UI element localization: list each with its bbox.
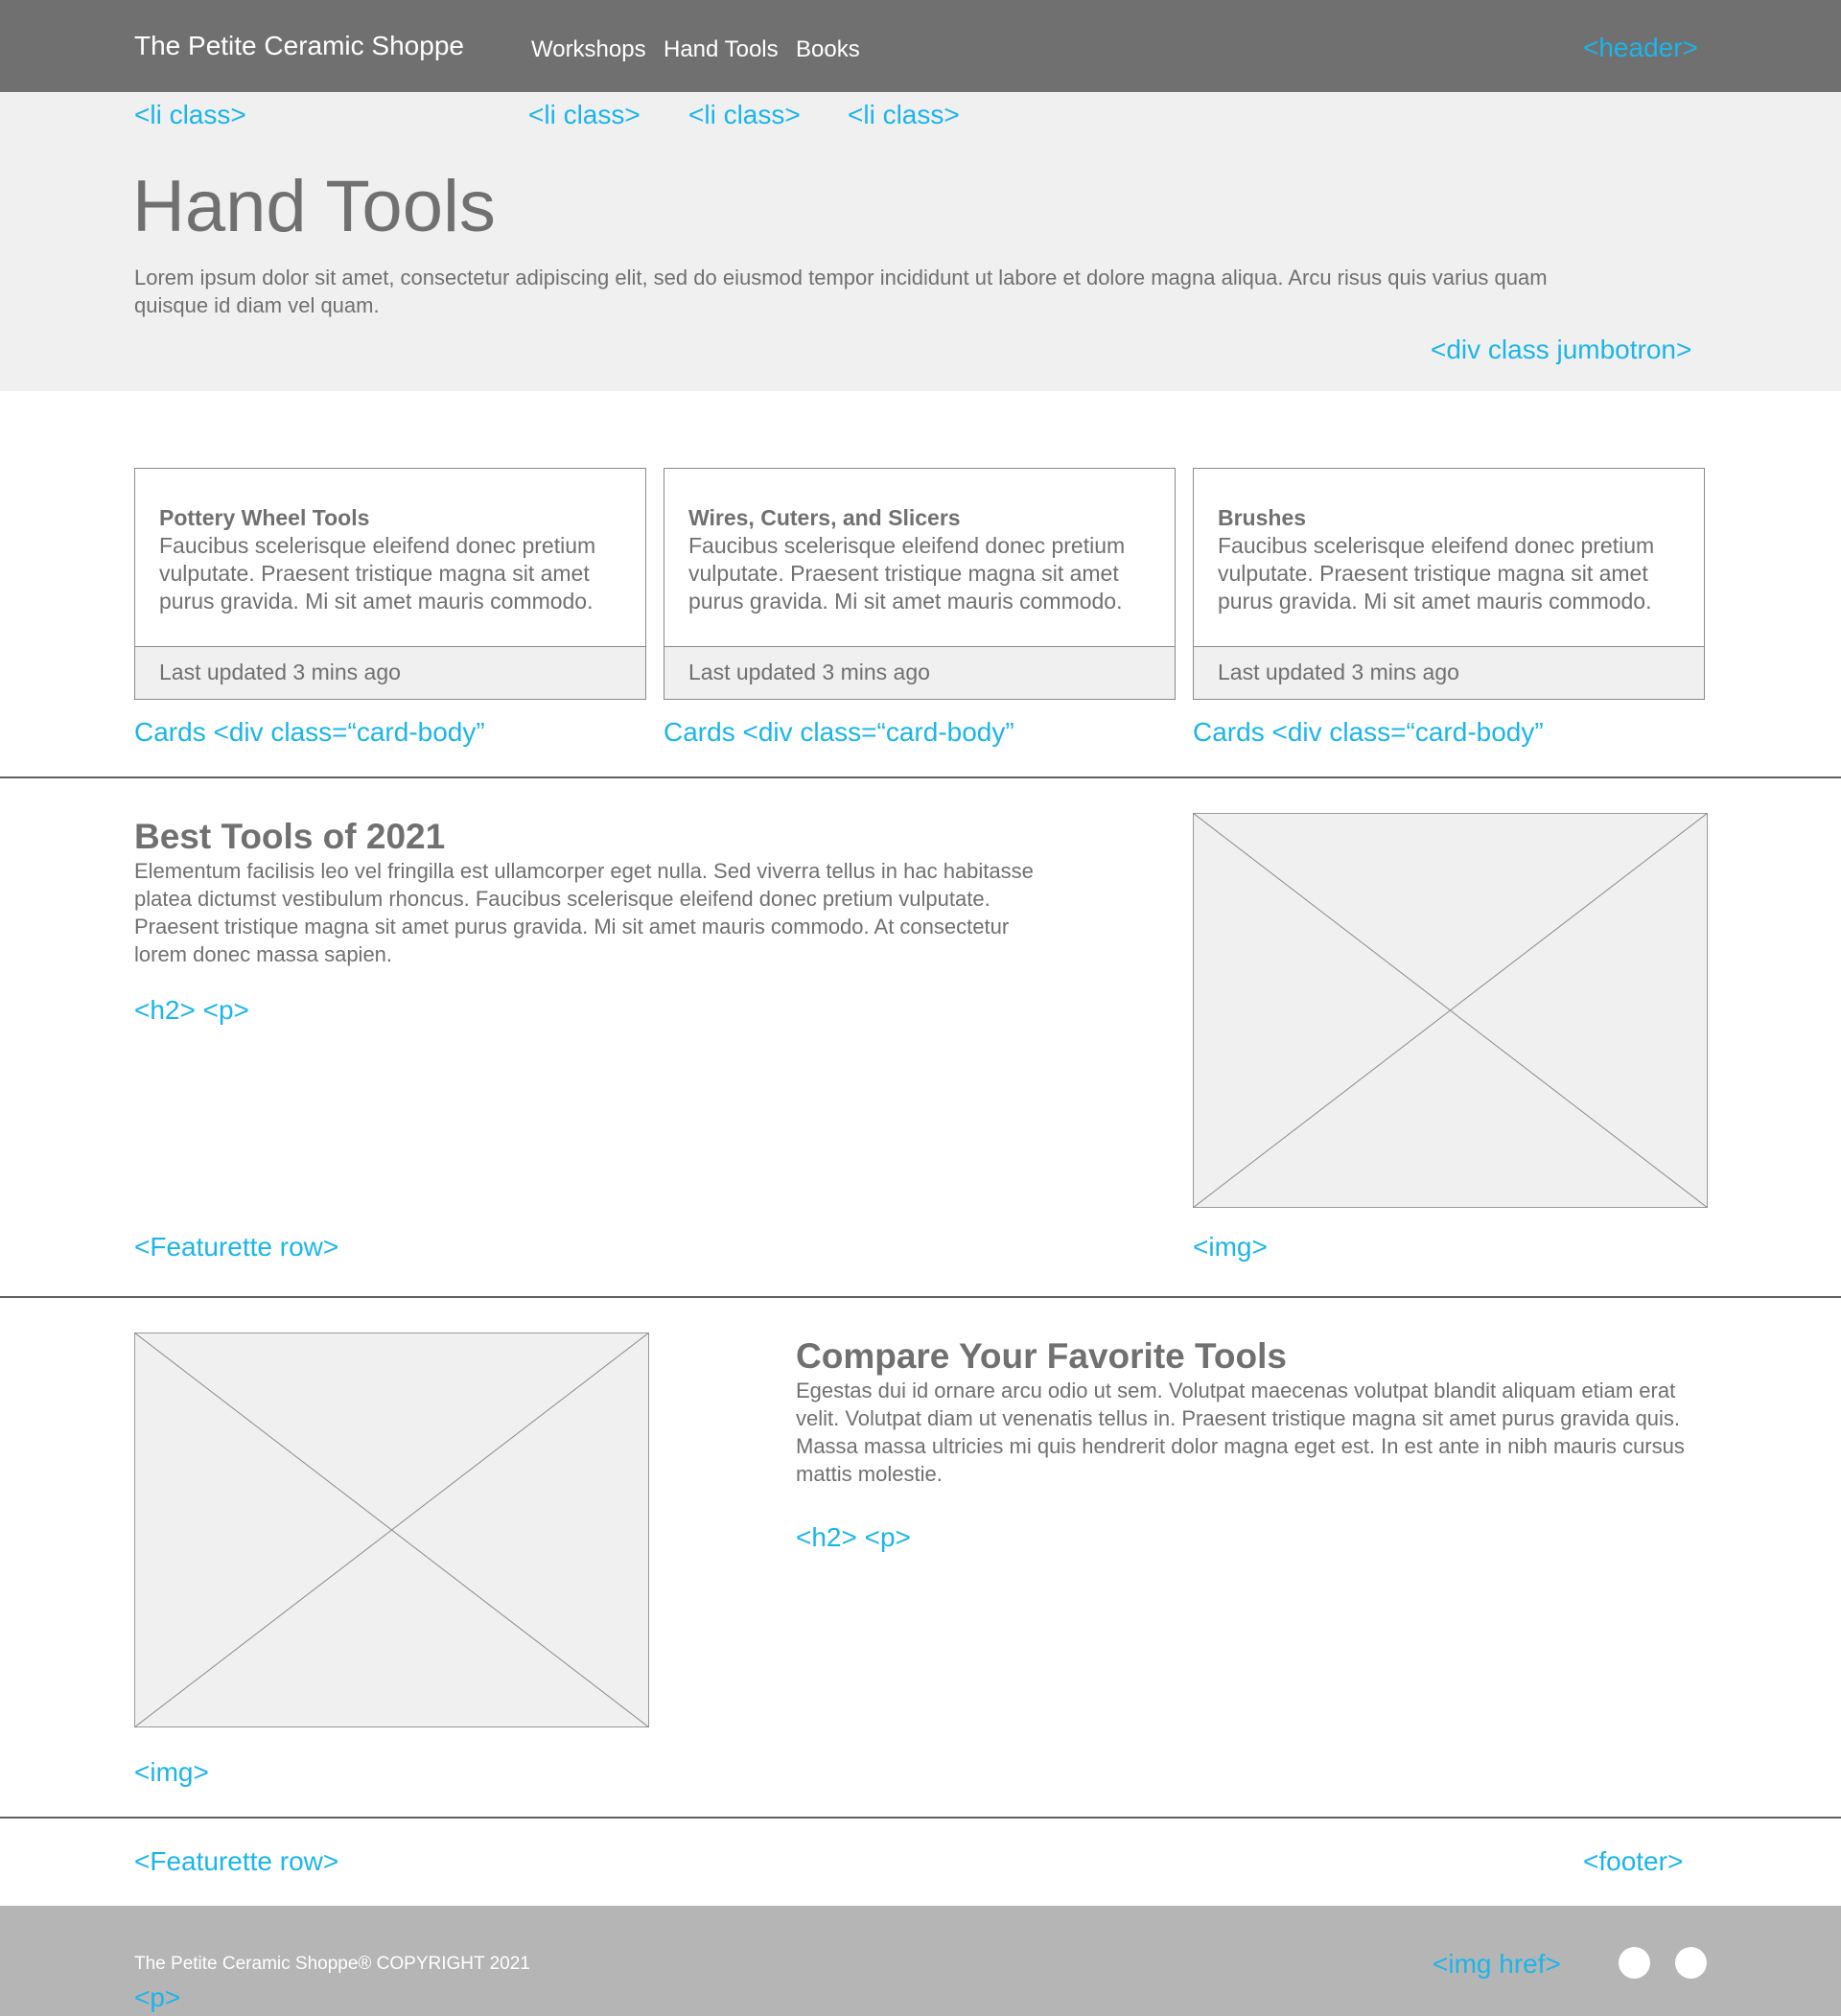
page-title: Hand Tools bbox=[132, 166, 496, 247]
social-icon[interactable] bbox=[1675, 1947, 1707, 1979]
image-placeholder-icon bbox=[134, 1332, 649, 1727]
card-footer: Last updated 3 mins ago bbox=[1194, 646, 1704, 699]
card-body: Pottery Wheel Tools Faucibus scelerisque… bbox=[159, 504, 626, 615]
featurette-text-compare-tools: Egestas dui id ornare arcu odio ut sem. … bbox=[796, 1379, 1685, 1486]
featurette-title-compare-tools: Compare Your Favorite Tools bbox=[796, 1336, 1287, 1376]
annotation-jumbotron: <div class jumbotron> bbox=[1431, 335, 1692, 364]
card-wires-cutters-slicers[interactable]: Wires, Cuters, and Slicers Faucibus scel… bbox=[664, 468, 1176, 700]
annotation-img-2: <img> bbox=[134, 1757, 209, 1787]
card-brushes[interactable]: Brushes Faucibus scelerisque eleifend do… bbox=[1193, 468, 1705, 700]
annotation-card-body-2: Cards <div class=“card-body” bbox=[664, 717, 1014, 747]
card-title: Wires, Cuters, and Slicers bbox=[688, 505, 961, 530]
card-footer: Last updated 3 mins ago bbox=[135, 646, 645, 699]
card-body: Brushes Faucibus scelerisque eleifend do… bbox=[1218, 504, 1685, 615]
featurette-text-best-tools: Elementum facilisis leo vel fringilla es… bbox=[134, 859, 1034, 966]
nav-item-hand-tools[interactable]: Hand Tools bbox=[664, 38, 779, 61]
annotation-p: <p> bbox=[134, 1982, 181, 2012]
annotation-footer: <footer> bbox=[1583, 1846, 1684, 1876]
copyright-text: The Petite Ceramic Shoppe® COPYRIGHT 202… bbox=[134, 1954, 530, 1974]
card-text: Faucibus scelerisque eleifend donec pret… bbox=[159, 533, 596, 614]
nav-item-books[interactable]: Books bbox=[796, 38, 860, 61]
annotation-h2-p-2: <h2> <p> bbox=[796, 1522, 911, 1552]
annotation-card-body-3: Cards <div class=“card-body” bbox=[1193, 717, 1544, 747]
annotation-li-class-brand: <li class> bbox=[134, 100, 246, 129]
card-footer: Last updated 3 mins ago bbox=[664, 646, 1175, 699]
annotation-img-href: <img href> bbox=[1433, 1949, 1561, 1979]
image-placeholder-icon bbox=[1193, 813, 1708, 1208]
jumbotron-text: Lorem ipsum dolor sit amet, consectetur … bbox=[134, 266, 1548, 317]
card-title: Brushes bbox=[1218, 505, 1307, 530]
image-placeholder-compare-tools bbox=[134, 1332, 649, 1727]
card-pottery-wheel-tools[interactable]: Pottery Wheel Tools Faucibus scelerisque… bbox=[134, 468, 646, 700]
social-icon[interactable] bbox=[1619, 1947, 1650, 1979]
card-updated-text: Last updated 3 mins ago bbox=[688, 660, 930, 684]
card-text: Faucibus scelerisque eleifend donec pret… bbox=[688, 533, 1126, 614]
section-divider bbox=[0, 1817, 1841, 1819]
nav-item-workshops[interactable]: Workshops bbox=[531, 38, 646, 61]
annotation-img-1: <img> bbox=[1193, 1232, 1268, 1262]
image-placeholder-best-tools bbox=[1193, 813, 1708, 1208]
featurette-title-best-tools: Best Tools of 2021 bbox=[134, 817, 446, 856]
brand-link[interactable]: The Petite Ceramic Shoppe bbox=[134, 33, 464, 59]
annotation-featurette-row-2: <Featurette row> bbox=[134, 1846, 339, 1876]
annotation-li-class-hand-tools: <li class> bbox=[688, 100, 801, 129]
card-body: Wires, Cuters, and Slicers Faucibus scel… bbox=[688, 504, 1155, 615]
section-divider bbox=[0, 776, 1841, 778]
annotation-h2-p-1: <h2> <p> bbox=[134, 995, 249, 1025]
section-divider bbox=[0, 1296, 1841, 1298]
annotation-card-body-1: Cards <div class=“card-body” bbox=[134, 717, 485, 747]
card-title: Pottery Wheel Tools bbox=[159, 505, 370, 530]
annotation-featurette-row-1: <Featurette row> bbox=[134, 1232, 339, 1262]
card-updated-text: Last updated 3 mins ago bbox=[1218, 660, 1459, 684]
annotation-li-class-workshops: <li class> bbox=[528, 100, 641, 129]
card-updated-text: Last updated 3 mins ago bbox=[159, 660, 401, 684]
annotation-header: <header> bbox=[1583, 33, 1698, 62]
annotation-li-class-books: <li class> bbox=[848, 100, 960, 129]
card-text: Faucibus scelerisque eleifend donec pret… bbox=[1218, 533, 1655, 614]
